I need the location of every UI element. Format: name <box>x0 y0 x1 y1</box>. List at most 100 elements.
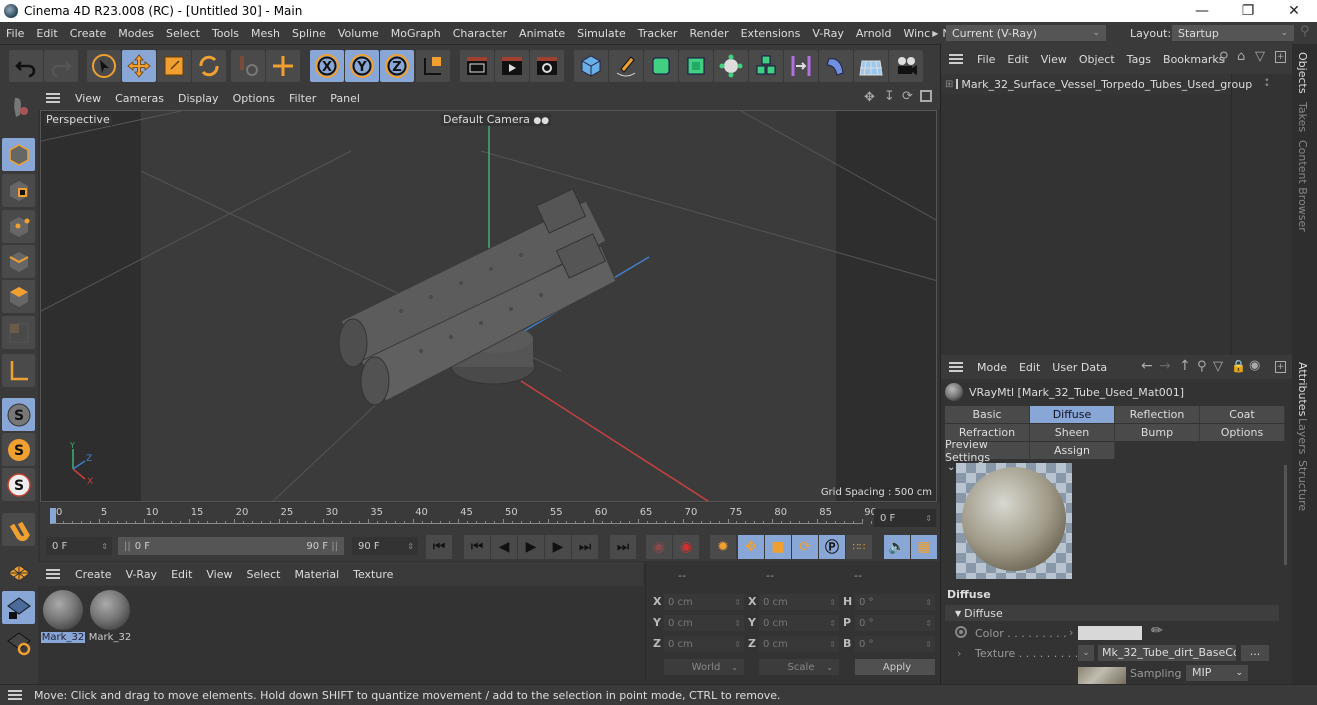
material-refresh-button[interactable] <box>2 626 35 659</box>
lock-y-button[interactable]: Y <box>345 50 379 82</box>
key-rotation-button[interactable]: ⟳ <box>792 535 818 559</box>
rotation-field[interactable]: 0 ° ⇕ <box>855 615 935 631</box>
bend-button[interactable] <box>819 50 853 82</box>
attribute-tab-options[interactable]: Options <box>1200 424 1285 441</box>
stepper-icon[interactable]: ⇕ <box>734 619 741 628</box>
menu-select[interactable]: Select <box>160 27 206 40</box>
stepper-icon[interactable]: ⇕ <box>829 598 836 607</box>
expand-arrow-icon[interactable]: › <box>957 647 961 660</box>
timeline-window-button[interactable]: ▦ <box>911 535 937 559</box>
menu-extensions[interactable]: Extensions <box>735 27 807 40</box>
polygons-mode-button[interactable] <box>2 280 35 313</box>
autokey-button[interactable]: ◉ <box>673 535 699 559</box>
3d-viewport[interactable]: Perspective Default Camera ●● Y Z X Grid… <box>40 110 937 502</box>
menu-create[interactable]: Create <box>64 27 113 40</box>
undo-button[interactable] <box>9 50 43 82</box>
material-item[interactable]: Mark_32 <box>41 590 85 643</box>
side-tab-takes[interactable]: Takes <box>1296 102 1309 132</box>
object-mode-button[interactable] <box>2 138 35 171</box>
viewport-menu-view[interactable]: View <box>68 92 108 105</box>
diffuse-group-header[interactable]: ▼ Diffuse <box>945 605 1279 621</box>
viewport-menu-display[interactable]: Display <box>171 92 226 105</box>
node-space-dropdown[interactable]: Current (V-Ray) ⌄ <box>946 25 1106 41</box>
back-arrow-icon[interactable]: ← <box>1141 358 1153 374</box>
subdivision-button[interactable] <box>644 50 678 82</box>
side-tab-attributes[interactable]: Attributes <box>1296 362 1309 416</box>
menu-animate[interactable]: Animate <box>513 27 571 40</box>
attribute-menu-mode[interactable]: Mode <box>971 361 1013 374</box>
position-field[interactable]: 0 cm ⇕ <box>664 615 744 631</box>
object-menu-view[interactable]: View <box>1035 53 1073 66</box>
attribute-tab-sheen[interactable]: Sheen <box>1030 424 1115 441</box>
material-menu-vray[interactable]: V-Ray <box>119 568 165 581</box>
menu-mesh[interactable]: Mesh <box>245 27 286 40</box>
torpedo-tubes-model[interactable] <box>338 188 617 406</box>
current-frame-field[interactable]: 0 F ⇕ <box>874 509 936 527</box>
playhead[interactable] <box>50 508 56 524</box>
cloner-button[interactable] <box>714 50 748 82</box>
target-icon[interactable]: ◉ <box>1249 358 1260 373</box>
viewport-rotate-icon[interactable]: ⟳ <box>902 89 913 104</box>
menu-window[interactable]: Winc <box>897 27 932 40</box>
size-field[interactable]: 0 cm ⇕ <box>759 636 839 652</box>
object-row[interactable]: ⊞ Mark_32_Surface_Vessel_Torpedo_Tubes_U… <box>941 74 1270 94</box>
menu-volume[interactable]: Volume <box>332 27 385 40</box>
sampling-dropdown[interactable]: MIP ⌄ <box>1186 665 1248 681</box>
attribute-tab-coat[interactable]: Coat <box>1200 406 1285 423</box>
menu-mograph[interactable]: MoGraph <box>385 27 447 40</box>
start-frame-field[interactable]: 0 F ⇕ <box>46 537 112 555</box>
attribute-tab-diffuse[interactable]: Diffuse <box>1030 406 1115 423</box>
viewport-projection-label[interactable]: Perspective <box>44 113 112 126</box>
filter-icon[interactable]: ▽ <box>1213 359 1223 374</box>
menu-edit[interactable]: Edit <box>30 27 63 40</box>
side-tab-content-browser[interactable]: Content Browser <box>1296 140 1309 232</box>
attribute-tab-basic[interactable]: Basic <box>945 406 1030 423</box>
record-keys-button[interactable]: ◉ <box>646 535 672 559</box>
extrude-button[interactable] <box>679 50 713 82</box>
stepper-icon[interactable]: ⇕ <box>101 542 108 551</box>
render-settings-button[interactable] <box>530 50 564 82</box>
visibility-dots-icon[interactable]: • • <box>1264 77 1269 91</box>
viewport-pan-icon[interactable]: ✥ <box>864 90 875 105</box>
expand-icon[interactable]: ⊞ <box>945 79 953 90</box>
rotate-tool[interactable] <box>192 50 226 82</box>
render-view-button[interactable] <box>460 50 494 82</box>
next-key-button[interactable]: ⏭ <box>572 535 598 559</box>
object-menu-edit[interactable]: Edit <box>1001 53 1034 66</box>
texture-field[interactable]: Mk_32_Tube_dirt_BaseColor <box>1098 645 1236 661</box>
stepper-icon[interactable]: ⇕ <box>925 619 932 628</box>
material-menu-material[interactable]: Material <box>287 568 346 581</box>
viewport-maximize-icon[interactable] <box>920 90 932 102</box>
model-mode-button[interactable] <box>2 91 35 124</box>
position-field[interactable]: 0 cm ⇕ <box>664 594 744 610</box>
stepper-icon[interactable]: ⇕ <box>407 542 414 551</box>
object-menu-file[interactable]: File <box>971 53 1001 66</box>
attribute-menu-edit[interactable]: Edit <box>1013 361 1046 374</box>
magnet-button[interactable] <box>2 513 35 546</box>
coordinate-system-button[interactable] <box>416 50 450 82</box>
material-layer-button[interactable] <box>2 556 35 589</box>
pen-button[interactable] <box>609 50 643 82</box>
object-menu-tags[interactable]: Tags <box>1121 53 1157 66</box>
menu-modes[interactable]: Modes <box>112 27 160 40</box>
menu-arnold[interactable]: Arnold <box>850 27 898 40</box>
cube-button[interactable] <box>574 50 608 82</box>
new-panel-icon[interactable]: + <box>1275 51 1286 63</box>
position-field[interactable]: 0 cm ⇕ <box>664 636 744 652</box>
key-position-button[interactable]: ✥ <box>738 535 764 559</box>
object-menu-object[interactable]: Object <box>1073 53 1121 66</box>
expand-arrow-icon[interactable]: › <box>1069 626 1073 639</box>
range-handle-left[interactable]: || <box>124 541 131 552</box>
side-tab-structure[interactable]: Structure <box>1296 460 1309 511</box>
end-frame-field[interactable]: 90 F ⇕ <box>352 537 418 555</box>
close-button[interactable]: ✕ <box>1272 0 1316 22</box>
home-icon[interactable]: ⌂ <box>1237 49 1245 64</box>
snap-settings-button[interactable]: S <box>2 433 35 466</box>
collapse-preview-icon[interactable]: ⌄ <box>947 462 955 473</box>
timeline-ruler[interactable]: 0 5 10 15 20 25 30 35 40 45 50 55 60 65 70 75 80 85 90 0 F… <box>40 503 940 533</box>
uvw-mode-button[interactable] <box>2 316 35 349</box>
key-parameter-button[interactable]: Ⓟ <box>819 535 845 559</box>
material-menu-create[interactable]: Create <box>68 568 119 581</box>
menu-simulate[interactable]: Simulate <box>571 27 632 40</box>
rotation-field[interactable]: 0 ° ⇕ <box>855 594 935 610</box>
